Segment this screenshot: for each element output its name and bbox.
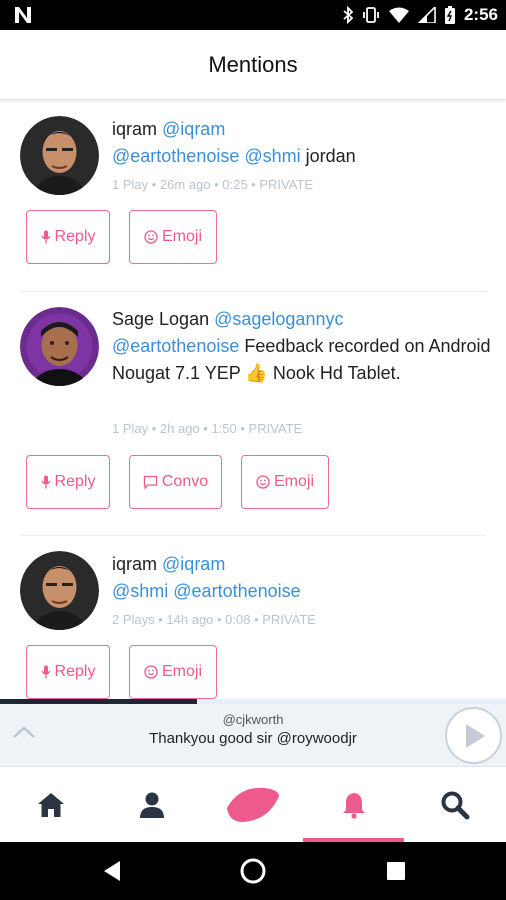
reply-label: Reply <box>54 473 96 490</box>
author-name: iqram <box>112 554 158 574</box>
app-header: Mentions <box>0 30 506 100</box>
play-button[interactable] <box>445 707 502 764</box>
reply-button[interactable]: Reply <box>26 210 110 264</box>
mentions-feed[interactable]: iqram @iqram @eartothenoise @shmi jordan… <box>0 101 506 699</box>
post-actions: Reply Convo Emoji <box>26 455 329 509</box>
mini-player[interactable]: @cjkworth Thankyou good sir @roywoodjr <box>0 704 506 767</box>
vibrate-icon <box>363 7 379 23</box>
post-message: jordan <box>300 146 356 166</box>
post-meta: 2 Plays • 14h ago • 0:08 • PRIVATE <box>112 612 316 627</box>
recents-button[interactable] <box>381 856 411 886</box>
notification-n-icon <box>15 7 31 23</box>
home-button[interactable] <box>238 856 268 886</box>
author-handle[interactable]: @iqram <box>162 554 225 574</box>
mention-links[interactable]: @eartothenoise <box>112 336 239 356</box>
divider <box>20 291 486 292</box>
player-caption: Thankyou good sir @roywoodjr <box>149 730 357 747</box>
nav-profile[interactable] <box>101 768 202 842</box>
mention-links[interactable]: @eartothenoise @shmi <box>112 146 301 166</box>
post-meta: 1 Play • 2h ago • 1:50 • PRIVATE <box>112 421 303 436</box>
avatar-image <box>20 307 99 386</box>
page-title: Mentions <box>208 51 298 77</box>
reply-label: Reply <box>54 663 96 680</box>
nav-record[interactable] <box>202 768 303 842</box>
convo-button[interactable]: Convo <box>129 455 222 509</box>
search-icon <box>441 791 469 820</box>
mic-icon <box>41 230 51 244</box>
emoji-label: Emoji <box>273 473 314 490</box>
nav-notifications[interactable] <box>303 768 404 842</box>
author-handle[interactable]: @sagelogannyc <box>214 309 343 329</box>
signal-icon <box>417 7 436 23</box>
avatar[interactable] <box>20 116 99 195</box>
emoji-button[interactable]: Emoji <box>241 455 329 509</box>
convo-label: Convo <box>161 473 209 490</box>
wifi-icon <box>388 7 409 23</box>
recents-icon <box>387 862 405 880</box>
mic-icon <box>41 665 51 679</box>
reply-label: Reply <box>54 228 96 245</box>
author-name: iqram <box>112 119 158 139</box>
notifications-icon <box>342 793 365 819</box>
emoji-button[interactable]: Emoji <box>129 645 217 699</box>
player-username: @cjkworth <box>222 712 284 727</box>
post-text: iqram @iqram @shmi @eartothenoise <box>112 551 492 605</box>
system-navigation-bar <box>0 842 506 900</box>
smile-icon <box>256 475 270 489</box>
post-actions: Reply Emoji <box>26 645 217 699</box>
nav-search[interactable] <box>404 768 505 842</box>
smile-icon <box>144 230 158 244</box>
smile-icon <box>144 665 158 679</box>
avatar-image <box>20 116 99 195</box>
reply-button[interactable]: Reply <box>26 645 110 699</box>
post-actions: Reply Emoji <box>26 210 217 264</box>
bluetooth-icon <box>343 6 354 24</box>
post-meta: 1 Play • 26m ago • 0:25 • PRIVATE <box>112 177 314 192</box>
emoji-label: Emoji <box>161 228 202 245</box>
nav-home[interactable] <box>0 768 101 842</box>
divider <box>20 535 486 536</box>
reply-button[interactable]: Reply <box>26 455 110 509</box>
record-icon <box>226 787 279 822</box>
status-bar: 2:56 <box>0 0 506 30</box>
profile-icon <box>139 792 164 818</box>
author-handle[interactable]: @iqram <box>162 119 225 139</box>
back-button[interactable] <box>97 856 127 886</box>
post-text: Sage Logan @sagelogannyc @eartothenoise … <box>112 306 492 387</box>
post-text: iqram @iqram @eartothenoise @shmi jordan <box>112 116 492 170</box>
bottom-navigation <box>0 768 506 842</box>
author-name: Sage Logan <box>112 309 210 329</box>
mention-links[interactable]: @shmi @eartothenoise <box>112 581 301 601</box>
avatar-image <box>20 551 99 630</box>
emoji-button[interactable]: Emoji <box>129 210 217 264</box>
home-circle-icon <box>240 858 266 884</box>
avatar[interactable] <box>20 551 99 630</box>
play-icon <box>465 723 485 748</box>
mic-icon <box>41 475 51 489</box>
battery-icon <box>444 6 455 24</box>
back-icon <box>104 861 120 881</box>
emoji-label: Emoji <box>161 663 202 680</box>
home-icon <box>37 793 64 817</box>
status-time: 2:56 <box>463 5 498 24</box>
chat-bubble-icon <box>143 475 158 489</box>
avatar[interactable] <box>20 307 99 386</box>
